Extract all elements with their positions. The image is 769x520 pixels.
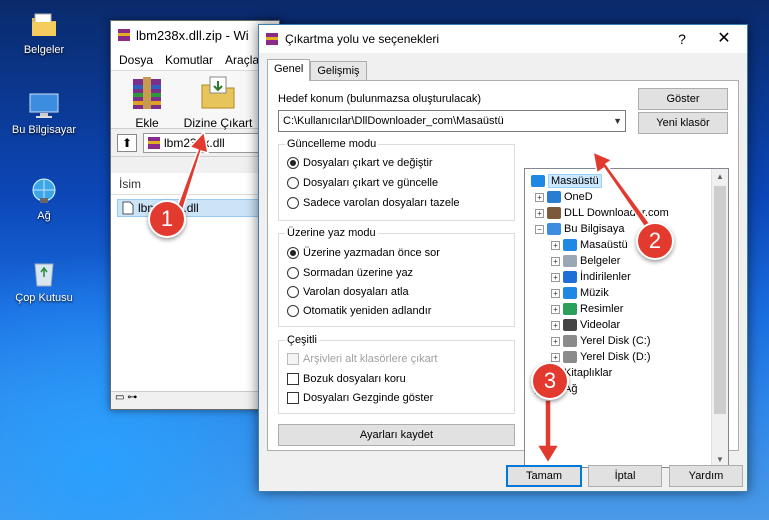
arrow-2 — [592, 150, 655, 234]
arrow-3 — [535, 399, 561, 465]
callout-badge-3: 3 — [531, 362, 569, 400]
callout-badge-2: 2 — [636, 222, 674, 260]
tab-genel[interactable]: Genel — [267, 59, 311, 81]
callout-arrows — [175, 130, 655, 465]
callout-badge-1: 1 — [148, 200, 186, 238]
arrow-1 — [175, 130, 209, 213]
